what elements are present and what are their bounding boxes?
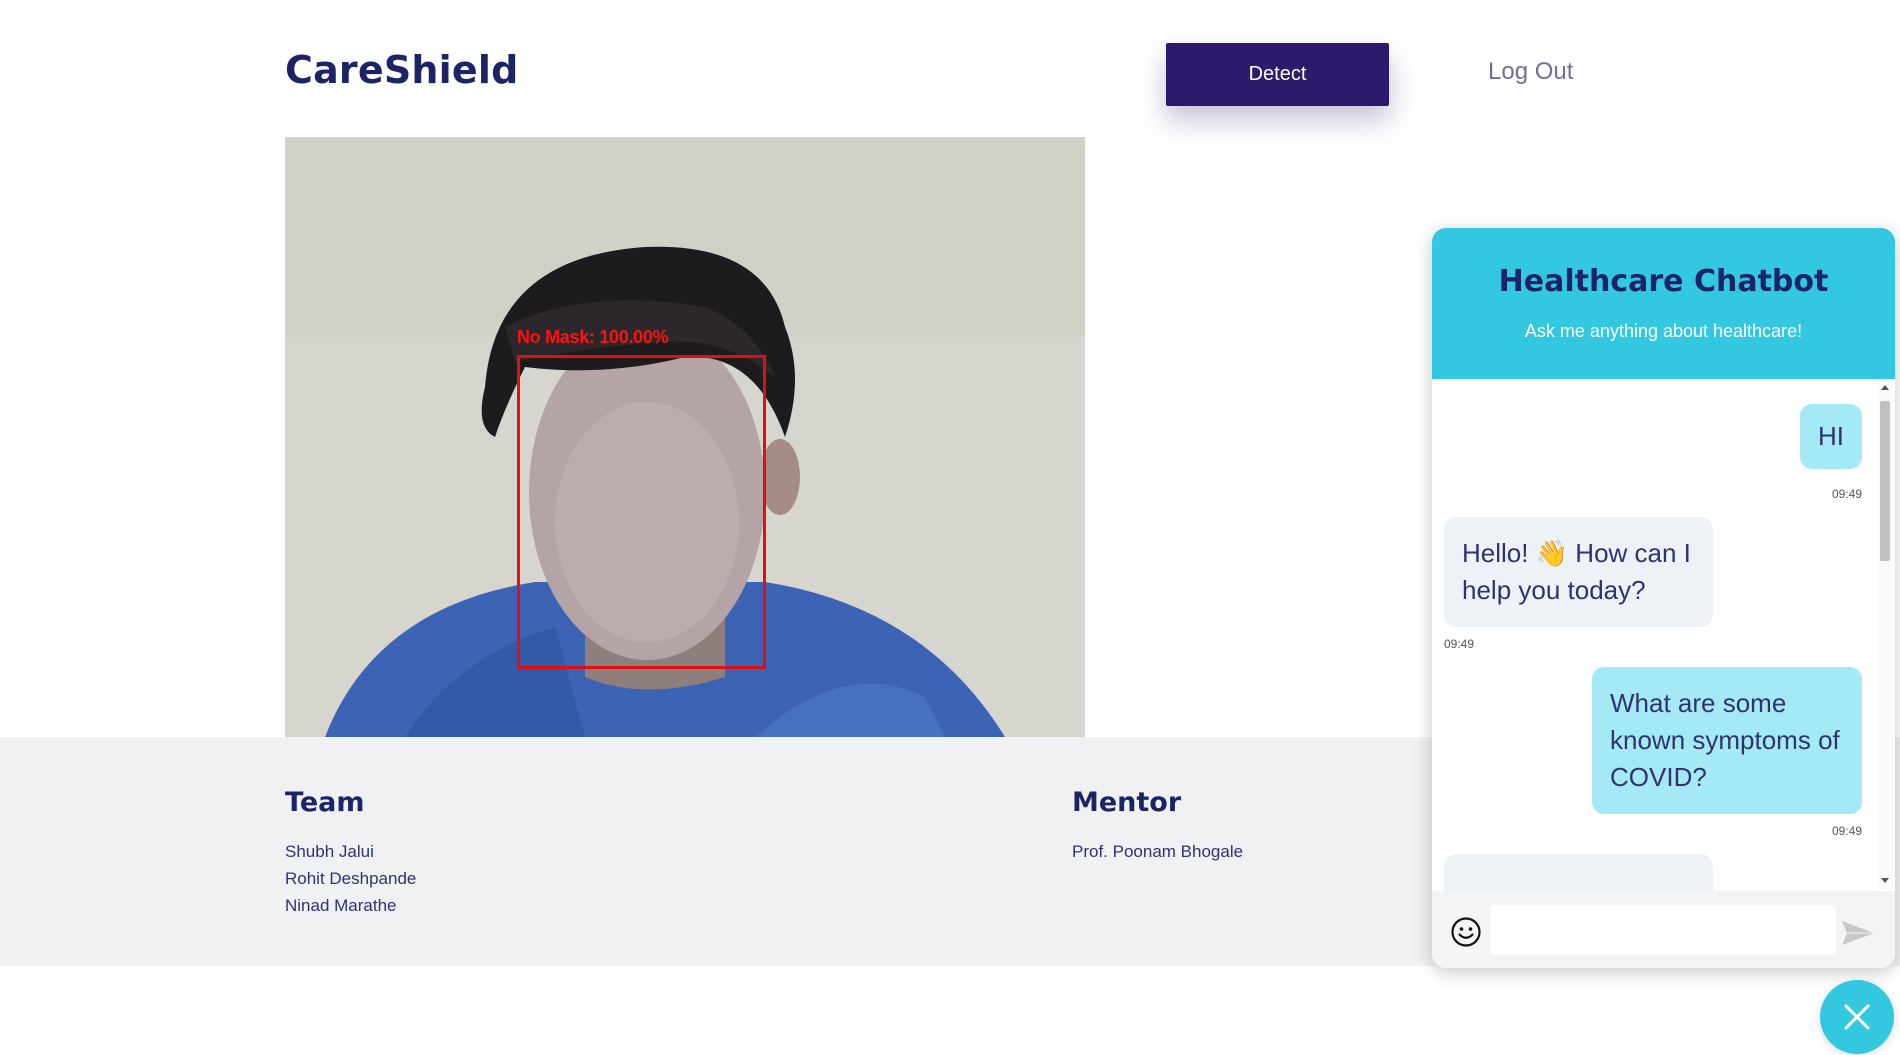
- mentor-heading: Mentor: [1072, 787, 1182, 818]
- team-member: Rohit Deshpande: [285, 869, 417, 888]
- scrollbar-thumb[interactable]: [1880, 401, 1890, 561]
- logout-link[interactable]: Log Out: [1488, 58, 1573, 86]
- team-member: Shubh Jalui: [285, 842, 374, 861]
- chat-title: Healthcare Chatbot: [1498, 264, 1829, 299]
- team-heading: Team: [285, 787, 365, 818]
- detect-button[interactable]: Detect: [1166, 43, 1389, 106]
- chat-toggle-button[interactable]: [1820, 980, 1894, 1054]
- team-member: Ninad Marathe: [285, 896, 397, 915]
- mentor-section: Mentor Prof. Poonam Bhogale: [1072, 787, 1243, 865]
- chatbot-window: Healthcare Chatbot Ask me anything about…: [1432, 228, 1895, 968]
- user-message: HI: [1800, 404, 1862, 469]
- bot-message-partial: [1444, 854, 1713, 891]
- chat-subtitle: Ask me anything about healthcare!: [1524, 321, 1803, 341]
- team-section: Team Shubh Jalui Rohit Deshpande Ninad M…: [285, 787, 416, 919]
- message-time: 09:49: [1831, 824, 1862, 838]
- mentor-name: Prof. Poonam Bhogale: [1072, 842, 1244, 861]
- scroll-down-arrow-icon[interactable]: [1881, 878, 1889, 883]
- chat-messages[interactable]: HI 09:49 Hello! 👋 How can I help you tod…: [1432, 379, 1895, 891]
- face-bounding-box: [517, 355, 766, 669]
- chat-input-bar: [1432, 891, 1895, 968]
- bot-message: Hello! 👋 How can I help you today?: [1444, 517, 1713, 627]
- chat-header: Healthcare Chatbot Ask me anything about…: [1432, 228, 1895, 379]
- user-message: What are some known symptoms of COVID?: [1592, 667, 1862, 814]
- smiley-icon[interactable]: [1450, 916, 1482, 948]
- app-logo[interactable]: CareShield: [285, 48, 519, 92]
- message-time: 09:49: [1444, 637, 1475, 651]
- detection-label: No Mask: 100.00%: [517, 327, 669, 347]
- send-icon[interactable]: [1838, 917, 1878, 949]
- camera-feed: No Mask: 100.00%: [285, 137, 1085, 737]
- close-icon: [1844, 1004, 1870, 1030]
- message-time: 09:49: [1831, 487, 1862, 501]
- chat-message-input[interactable]: [1490, 905, 1836, 955]
- chat-scrollbar[interactable]: [1877, 381, 1893, 889]
- scroll-up-arrow-icon[interactable]: [1881, 385, 1889, 390]
